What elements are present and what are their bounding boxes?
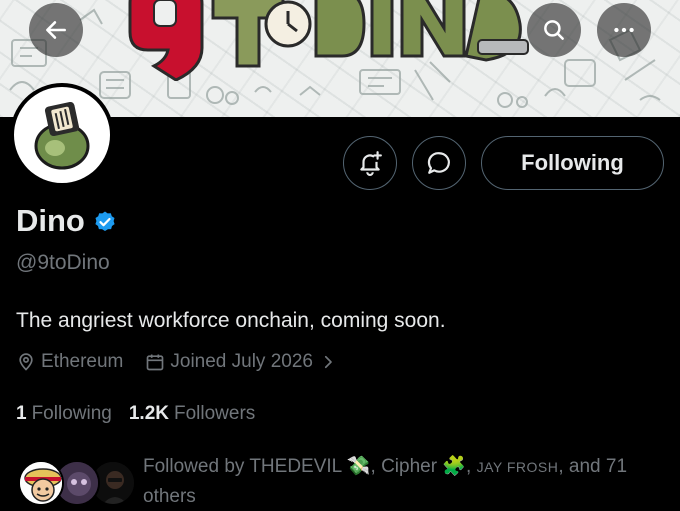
back-button[interactable] <box>29 3 83 57</box>
followers-stat[interactable]: 1.2K Followers <box>129 403 255 425</box>
banner-logo <box>128 0 529 81</box>
location-pin-icon <box>19 353 33 371</box>
followed-by-user1[interactable]: THEDEVIL <box>249 456 341 477</box>
money-wings-emoji-icon: 💸 <box>346 456 371 477</box>
followed-by-user2[interactable]: Cipher <box>381 456 437 477</box>
more-options-button[interactable] <box>597 3 651 57</box>
profile-avatar[interactable] <box>10 83 114 187</box>
followers-count: 1.2K <box>128 403 169 424</box>
puzzle-emoji-icon: 🧩 <box>442 456 466 477</box>
follower-avatar-1 <box>18 460 64 506</box>
search-button[interactable] <box>527 3 581 57</box>
message-button[interactable] <box>412 136 466 190</box>
followed-by-text[interactable]: Followed by THEDEVIL 💸, Cipher 🧩, JAY FR… <box>143 452 663 511</box>
user-handle: @9toDino <box>16 251 110 274</box>
following-stat[interactable]: 1 Following <box>16 403 112 425</box>
dino-avatar-image <box>34 101 90 170</box>
display-name: Dino <box>16 203 85 238</box>
bell-plus-icon <box>360 151 382 176</box>
message-bubble-icon <box>427 152 450 174</box>
chevron-right-icon <box>324 355 332 369</box>
joined-item[interactable]: Joined July 2026 <box>145 351 342 373</box>
followed-by-user3[interactable]: JAY FROSH <box>477 459 559 475</box>
location-item: Ethereum <box>16 351 123 373</box>
more-horizontal-icon <box>614 27 634 33</box>
location-text: Ethereum <box>41 351 124 372</box>
calendar-icon <box>147 354 164 371</box>
name-row: Dino <box>16 203 117 239</box>
verified-badge-icon[interactable] <box>93 210 117 234</box>
followed-by-prefix: Followed by <box>143 456 245 477</box>
profile-meta-row: Ethereum Joined July 2026 <box>16 351 342 373</box>
arrow-left-icon <box>46 21 66 39</box>
follow-stats-row: 1 Following 1.2K Followers <box>16 403 255 425</box>
following-label: Following <box>31 403 112 424</box>
search-icon <box>544 20 564 40</box>
notifications-button[interactable] <box>343 136 397 190</box>
profile-bio: The angriest workforce onchain, coming s… <box>16 309 446 332</box>
following-count: 1 <box>16 403 27 424</box>
followers-label: Followers <box>173 403 256 424</box>
following-button[interactable]: Following <box>481 136 664 190</box>
joined-text: Joined July 2026 <box>170 351 313 372</box>
follower-avatar-1-image <box>20 462 62 504</box>
